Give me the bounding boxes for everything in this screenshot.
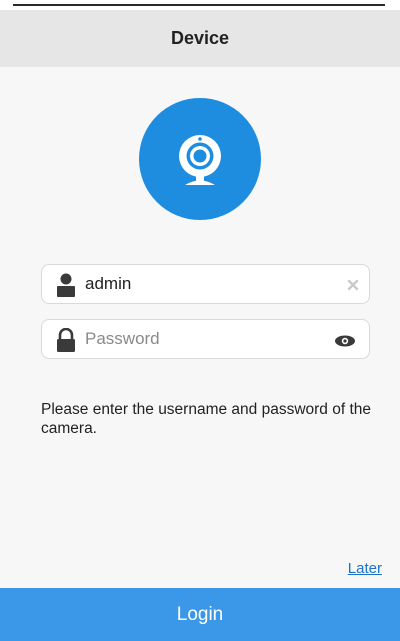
username-field[interactable]: admin	[41, 264, 370, 304]
page-title: Device	[170, 28, 230, 48]
password-placeholder[interactable]: Password	[85, 320, 160, 358]
top-edge	[0, 0, 400, 10]
top-divider	[13, 4, 385, 6]
later-link[interactable]: Later	[348, 560, 382, 577]
camera-avatar	[139, 98, 261, 220]
app-header: Device	[0, 10, 400, 67]
lock-icon	[56, 328, 76, 352]
login-button[interactable]: Login	[0, 588, 400, 641]
instruction-text: Please enter the username and password o…	[41, 401, 372, 437]
clear-icon[interactable]	[347, 278, 359, 291]
user-icon	[56, 273, 76, 297]
login-content: admin Password Please enter the username…	[0, 67, 400, 588]
eye-icon[interactable]	[335, 334, 355, 347]
username-value[interactable]: admin	[85, 265, 131, 303]
webcam-icon	[179, 135, 221, 185]
password-field[interactable]: Password	[41, 319, 370, 359]
